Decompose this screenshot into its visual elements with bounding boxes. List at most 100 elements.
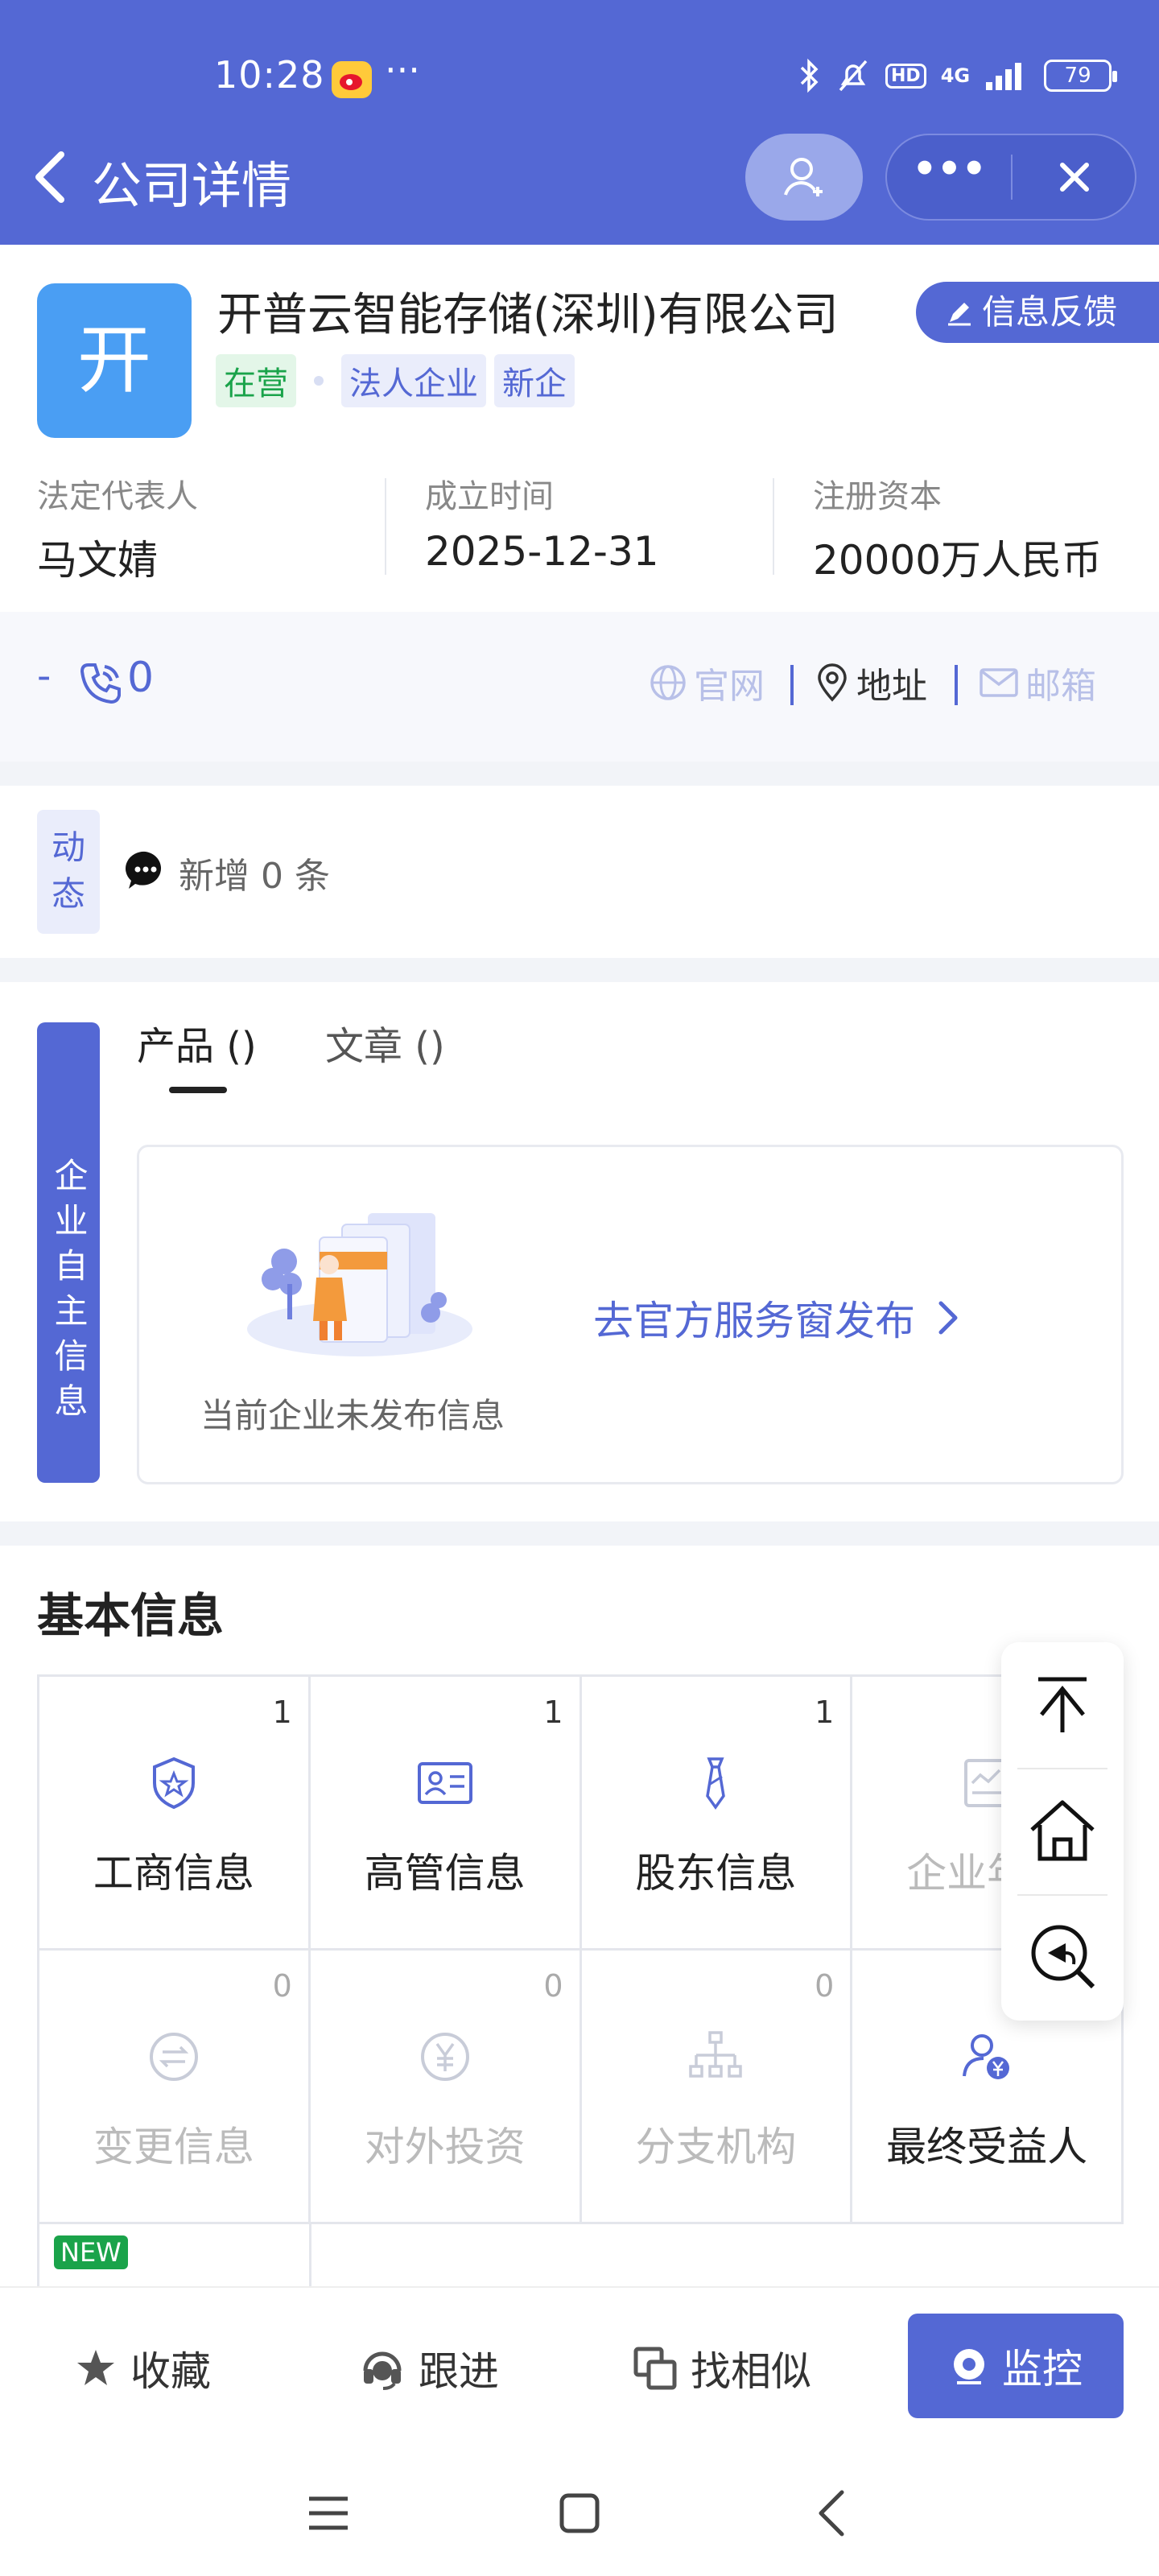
empty-state-text: 当前企业未发布信息	[200, 1396, 505, 1435]
tab-articles[interactable]: 文章 ()	[325, 1014, 445, 1071]
stat-legal-rep[interactable]: 法定代表人 马文婧	[37, 470, 198, 586]
mute-bell-icon	[835, 58, 871, 93]
item-count: 1	[272, 1695, 292, 1730]
publish-link[interactable]: 去官方服务窗发布	[593, 1289, 960, 1347]
section-title: 基本信息	[37, 1588, 225, 1643]
item-label: 股东信息	[635, 1850, 797, 1897]
contact-row: - 0 官网 地址 邮箱	[0, 612, 1159, 762]
status-more-dots: ···	[385, 48, 420, 92]
item-count: 0	[543, 1968, 563, 2004]
exchange-icon	[142, 2025, 206, 2089]
grid-item-shareholders[interactable]: 1 股东信息	[581, 1677, 853, 1951]
item-label: 最终受益人	[886, 2124, 1088, 2170]
monitor-button[interactable]: 监控	[908, 2314, 1124, 2418]
follow-button[interactable]: 跟进	[359, 2339, 499, 2397]
org-tree-icon	[683, 2025, 748, 2089]
status-indicators: HD 4G 79	[797, 58, 1118, 93]
basic-info-section: 基本信息 1 工商信息 1 高管信息 1 股东信息 企业年报 0 变更信息 0 …	[0, 1546, 1159, 2305]
phone-count[interactable]: 0	[127, 654, 154, 702]
tab-active-indicator	[169, 1087, 227, 1093]
grid-row: 1 工商信息 1 高管信息 1 股东信息 0	[39, 1677, 1124, 1951]
contact-user-button[interactable]	[745, 134, 863, 221]
stat-label: 注册资本	[813, 478, 942, 515]
search-history-button[interactable]	[1001, 1895, 1124, 2021]
location-pin-icon	[815, 663, 850, 703]
tab-products[interactable]: 产品 ()	[137, 1014, 257, 1071]
grid-item-investments[interactable]: 0 对外投资	[310, 1951, 582, 2224]
edit-icon	[945, 298, 974, 327]
stat-value: 马文婧	[37, 537, 158, 584]
dynamics-text: 新增 0 条	[179, 856, 330, 897]
stat-established: 成立时间 2025-12-31	[425, 470, 659, 575]
follow-label: 跟进	[419, 2348, 499, 2395]
weibo-notification-icon	[332, 61, 372, 98]
stat-capital: 注册资本 20000万人民币	[813, 470, 1102, 586]
empty-state-card: 当前企业未发布信息 去官方服务窗发布	[137, 1145, 1124, 1484]
tie-icon	[683, 1751, 748, 1815]
contact-separator	[790, 665, 794, 705]
find-similar-button[interactable]: 找相似	[633, 2339, 811, 2397]
new-company-badge: 新企	[494, 354, 575, 407]
grid-item-branches[interactable]: 0 分支机构	[581, 1951, 853, 2224]
favorite-button[interactable]: 收藏	[74, 2339, 211, 2397]
publish-link-label: 去官方服务窗发布	[593, 1298, 915, 1344]
contact-separator	[955, 665, 958, 705]
address-label: 地址	[856, 666, 927, 707]
tag-separator	[314, 376, 324, 386]
grid-item-executives[interactable]: 1 高管信息	[310, 1677, 582, 1951]
stat-label: 法定代表人	[37, 478, 198, 515]
item-label: 对外投资	[364, 2124, 526, 2170]
floating-toolbar	[1001, 1642, 1124, 2021]
phone-icon[interactable]	[77, 660, 124, 707]
website-link[interactable]: 官网	[649, 657, 765, 708]
dynamics-label: 动态	[37, 810, 100, 934]
headset-icon	[359, 2345, 406, 2392]
network-type: 4G	[940, 64, 971, 87]
stat-value: 2025-12-31	[425, 528, 659, 575]
item-label: 工商信息	[93, 1850, 254, 1897]
more-button[interactable]: •••	[887, 135, 1012, 219]
company-logo: 开	[37, 283, 192, 438]
back-button[interactable]	[24, 145, 72, 209]
globe-icon	[649, 663, 687, 702]
page-title: 公司详情	[92, 156, 292, 215]
status-badge: 在营	[216, 354, 296, 407]
id-card-icon	[413, 1751, 477, 1815]
dynamics-section[interactable]: 动态 新增 0 条	[0, 786, 1159, 958]
email-link[interactable]: 邮箱	[979, 657, 1096, 708]
shield-star-icon	[142, 1751, 206, 1815]
entity-type-badge: 法人企业	[341, 354, 486, 407]
item-count: 0	[815, 1968, 835, 2004]
menu-nav-button[interactable]	[296, 2481, 361, 2545]
app-header: 10:28 ··· HD 4G 79 公司详情 •••	[0, 0, 1159, 245]
enterprise-side-label: 企业自主信息	[37, 1022, 100, 1483]
enterprise-info-section: 企业自主信息 产品 () 文章 () 当前企业未发布信息 去官方服务窗发布	[0, 982, 1159, 1521]
feedback-button[interactable]: 信息反馈	[916, 282, 1159, 343]
monitor-label: 监控	[1002, 2346, 1083, 2392]
company-name: 开普云智能存储(深圳)有限公司	[217, 289, 839, 341]
signal-icon	[984, 60, 1029, 92]
find-similar-label: 找相似	[691, 2348, 811, 2395]
scroll-top-button[interactable]	[1001, 1642, 1124, 1768]
item-count: 1	[815, 1695, 835, 1730]
status-time: 10:28	[214, 53, 325, 97]
item-count: 1	[543, 1695, 563, 1730]
stat-value: 20000万人民币	[813, 537, 1103, 584]
empty-illustration	[239, 1200, 481, 1361]
copy-icon	[633, 2346, 678, 2391]
home-button[interactable]	[1001, 1769, 1124, 1894]
close-button[interactable]	[1013, 135, 1136, 219]
email-label: 邮箱	[1025, 666, 1096, 707]
back-nav-button[interactable]	[800, 2481, 864, 2545]
grid-item-changes[interactable]: 0 变更信息	[39, 1951, 311, 2224]
item-count: 0	[272, 1968, 292, 2004]
beneficiary-icon	[955, 2025, 1019, 2089]
chat-bubble-icon	[124, 848, 167, 892]
grid-item-business-info[interactable]: 1 工商信息	[39, 1677, 311, 1951]
yen-icon	[413, 2025, 477, 2089]
grid-row: 0 变更信息 0 对外投资 0 分支机构 1	[39, 1951, 1124, 2224]
address-link[interactable]: 地址	[815, 657, 927, 708]
system-navigation-bar	[0, 2439, 1159, 2576]
home-nav-button[interactable]	[547, 2481, 612, 2545]
company-tags: 在营 法人企业 新企	[216, 354, 575, 407]
